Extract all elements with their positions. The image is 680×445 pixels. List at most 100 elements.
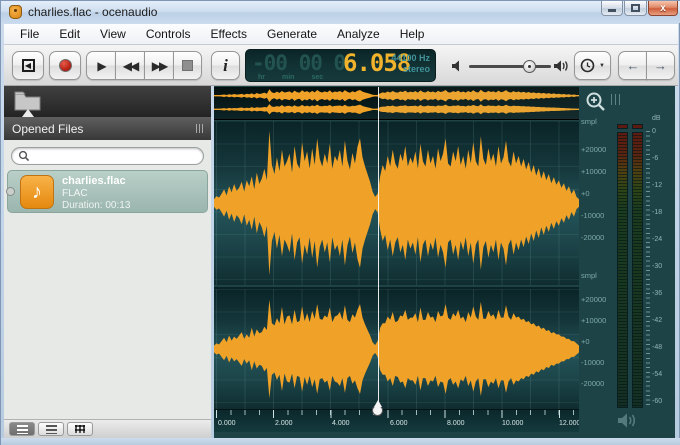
file-status-dot[interactable]	[6, 187, 15, 196]
amplitude-tick: -20000	[581, 379, 604, 388]
time-unit-labels: hr min sec	[258, 74, 323, 81]
amplitude-tick: -10000	[581, 358, 604, 367]
amplitude-tick: +20000	[581, 295, 606, 304]
db-scale-ticks	[646, 131, 650, 409]
search-icon	[18, 150, 30, 162]
menu-file[interactable]: File	[10, 25, 49, 43]
amplitude-unit-label: smpl	[581, 117, 597, 126]
overview-strip[interactable]	[214, 87, 579, 120]
volume-low-icon	[451, 59, 465, 73]
minimize-button[interactable]	[601, 1, 623, 16]
opened-files-tab-folder-icon[interactable]	[14, 90, 41, 111]
arrow-left-icon: ←	[627, 58, 640, 73]
file-format: FLAC	[62, 188, 130, 199]
close-icon: x	[660, 3, 666, 14]
waveform-right	[214, 289, 579, 409]
view-grid-button[interactable]	[67, 422, 93, 436]
db-scale-label: -12	[652, 182, 662, 189]
undo-nav-back-button[interactable]: ←	[618, 51, 647, 80]
menu-edit[interactable]: Edit	[49, 25, 90, 43]
view-mode-bar	[4, 419, 211, 438]
file-search-input[interactable]	[11, 147, 204, 165]
waveform-channel-right[interactable]	[214, 287, 579, 409]
menu-generate[interactable]: Generate	[257, 25, 327, 43]
amplitude-unit-label: smpl	[581, 271, 597, 280]
grid-view-icon	[75, 425, 85, 433]
time-format-button[interactable]: ▼	[574, 51, 611, 80]
zoom-in-icon[interactable]	[585, 91, 607, 113]
monitor-speaker-icon[interactable]	[617, 412, 641, 429]
time-tick-label: 6.000	[390, 420, 408, 427]
panel-grip-icon[interactable]	[196, 124, 203, 133]
meter-grip-icon[interactable]	[611, 94, 620, 105]
record-icon	[59, 59, 72, 72]
db-scale-label: -30	[652, 263, 662, 270]
rewind-icon: ◀◀	[123, 59, 137, 73]
playhead-handle[interactable]	[372, 405, 383, 416]
volume-slider-track[interactable]	[469, 65, 551, 68]
file-meta: charlies.flac FLAC Duration: 00:13	[62, 175, 130, 211]
db-scale-label: -42	[652, 317, 662, 324]
maximize-icon	[631, 4, 640, 12]
play-button[interactable]: ▶	[86, 51, 115, 80]
playhead-cursor[interactable]	[378, 87, 379, 409]
db-scale-label: 0	[652, 128, 656, 135]
maximize-button[interactable]	[624, 1, 647, 16]
rewind-button[interactable]: ◀◀	[115, 51, 144, 80]
detailed-view-icon	[17, 425, 28, 434]
amplitude-tick: +0	[581, 189, 590, 198]
time-ghost-digits: -00 00 0	[252, 51, 345, 75]
time-tick-label: 4.000	[332, 420, 350, 427]
info-icon: i	[223, 56, 228, 76]
record-button[interactable]	[49, 51, 81, 80]
db-scale-label: -48	[652, 344, 662, 351]
level-meter-peak-right	[632, 124, 643, 129]
volume-slider-knob[interactable]	[523, 60, 536, 73]
meter-panel: smpl +20000 +10000 +0 -10000 -20000 smpl…	[579, 86, 675, 438]
timeline-ruler[interactable]: 0.000 2.000 4.000 6.000 8.000 10.000 12.…	[214, 409, 579, 432]
view-detailed-button[interactable]	[9, 422, 35, 436]
timeline-major-ticks	[216, 410, 579, 418]
title-bar[interactable]: charlies.flac - ocenaudio x	[1, 1, 680, 23]
arrow-right-icon: →	[654, 58, 667, 73]
time-tick-label: 12.000	[559, 420, 580, 427]
waveform-left	[214, 121, 579, 285]
volume-high-icon	[554, 59, 571, 73]
menu-help[interactable]: Help	[390, 25, 435, 43]
amplitude-tick: +10000	[581, 316, 606, 325]
audio-file-icon: ♪	[20, 175, 54, 209]
menu-bar: File Edit View Controls Effects Generate…	[4, 24, 678, 45]
app-icon	[9, 5, 22, 19]
amplitude-tick: +10000	[581, 167, 606, 176]
level-meter-peak-left	[617, 124, 628, 129]
time-display: -00 00 0 6.058 hr min sec 44100 Hz stere…	[245, 49, 436, 82]
format-info: 44100 Hz stereo	[391, 53, 430, 75]
toggle-sidebar-button[interactable]: ◀	[12, 51, 44, 80]
skip-to-start-icon: ◀	[22, 59, 35, 72]
db-scale-label: -6	[652, 155, 658, 162]
menu-view[interactable]: View	[90, 25, 136, 43]
info-button[interactable]: i	[211, 51, 240, 80]
fast-forward-button[interactable]: ▶▶	[144, 51, 173, 80]
sidebar: Opened Files ♪ charlies.flac FLAC Durati…	[4, 86, 211, 438]
play-icon: ▶	[97, 59, 104, 73]
menu-effects[interactable]: Effects	[201, 25, 257, 43]
clock-icon	[580, 58, 595, 73]
stop-button[interactable]	[173, 51, 202, 80]
list-view-icon	[46, 425, 57, 434]
view-list-button[interactable]	[38, 422, 64, 436]
file-list-item-charlies[interactable]: ♪ charlies.flac FLAC Duration: 00:13	[7, 170, 208, 213]
waveform-channel-left[interactable]	[214, 121, 579, 285]
amplitude-tick: +0	[581, 337, 590, 346]
amplitude-tick: -20000	[581, 233, 604, 242]
db-scale-label: -24	[652, 236, 662, 243]
waveform-panel: 0.000 2.000 4.000 6.000 8.000 10.000 12.…	[214, 86, 675, 438]
file-name: charlies.flac	[62, 175, 130, 187]
redo-nav-forward-button[interactable]: →	[646, 51, 675, 80]
db-scale-label: -18	[652, 209, 662, 216]
menu-analyze[interactable]: Analyze	[327, 25, 390, 43]
music-note-icon: ♪	[32, 181, 42, 204]
fast-forward-icon: ▶▶	[152, 59, 166, 73]
close-button[interactable]: x	[648, 1, 678, 16]
menu-controls[interactable]: Controls	[136, 25, 201, 43]
